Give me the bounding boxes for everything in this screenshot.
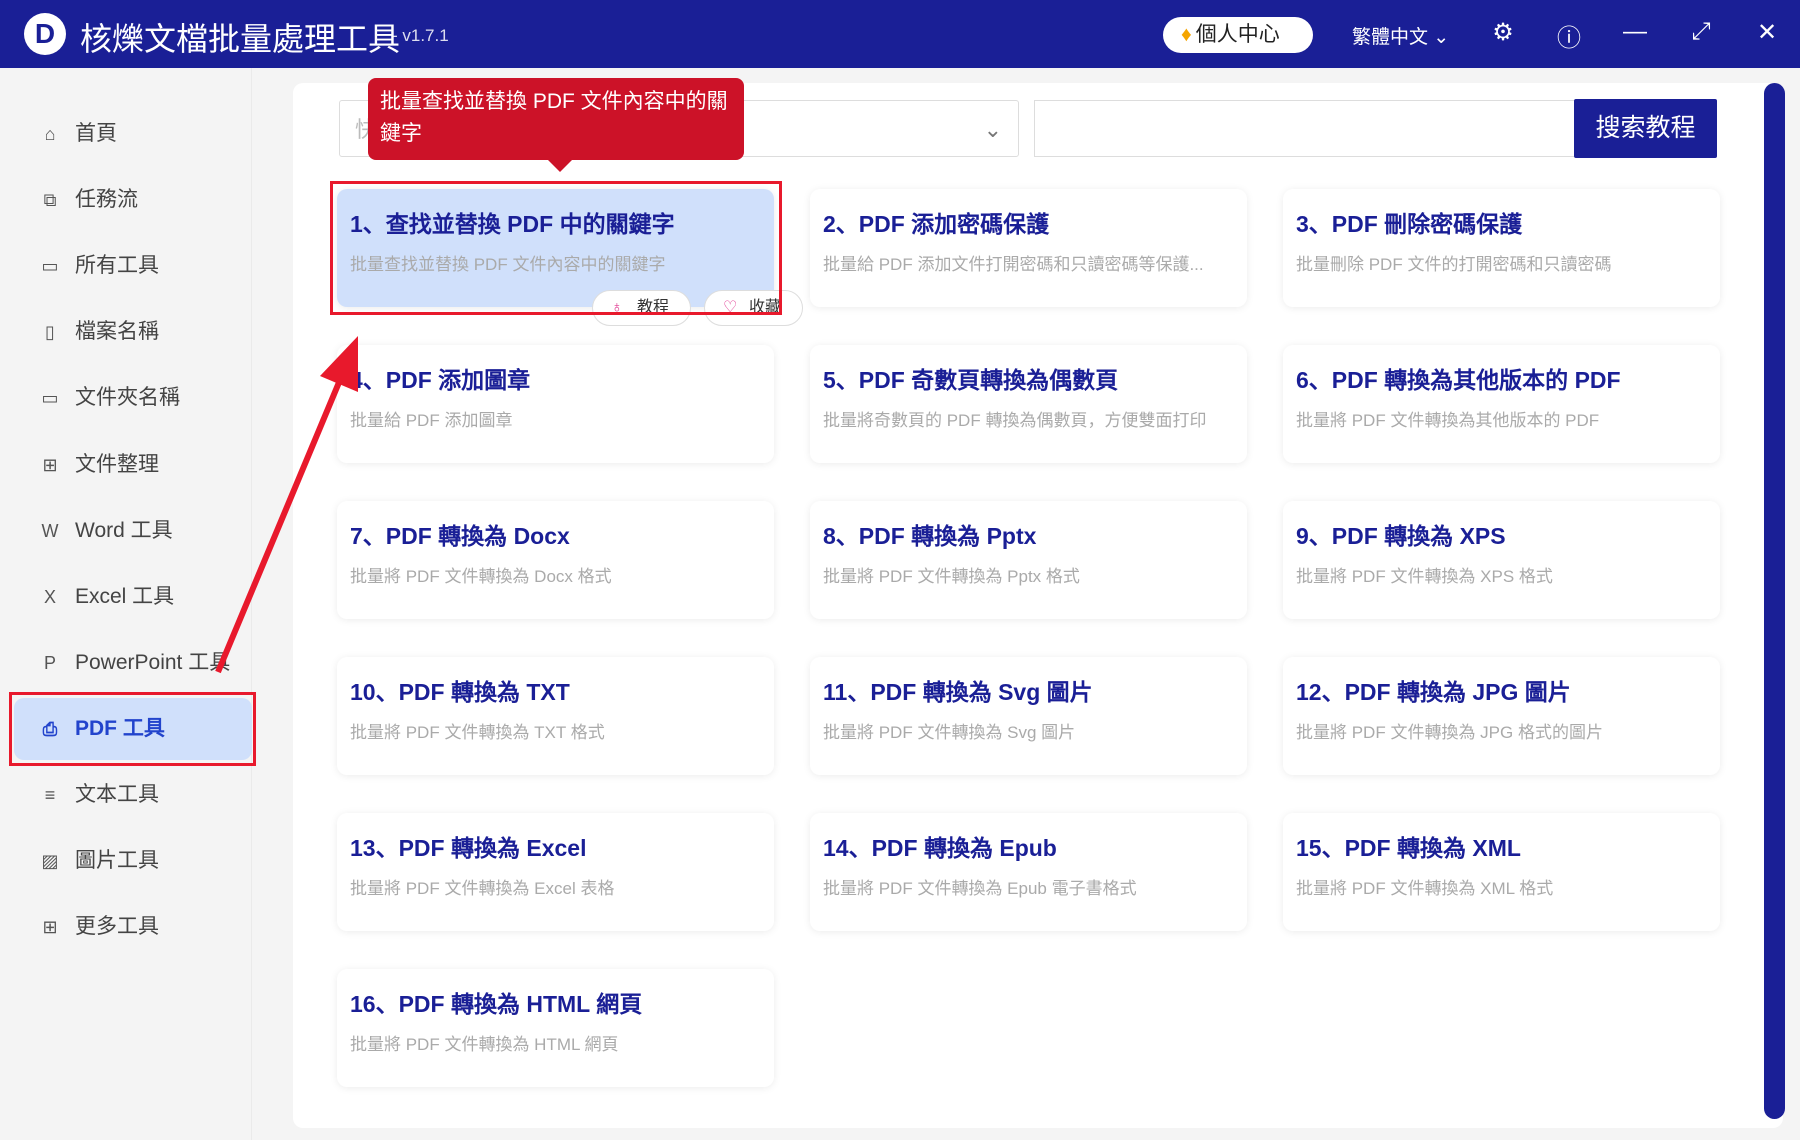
annotation-arrow [215, 336, 358, 674]
arrow-head [320, 336, 358, 392]
arrow-shaft [215, 378, 343, 674]
